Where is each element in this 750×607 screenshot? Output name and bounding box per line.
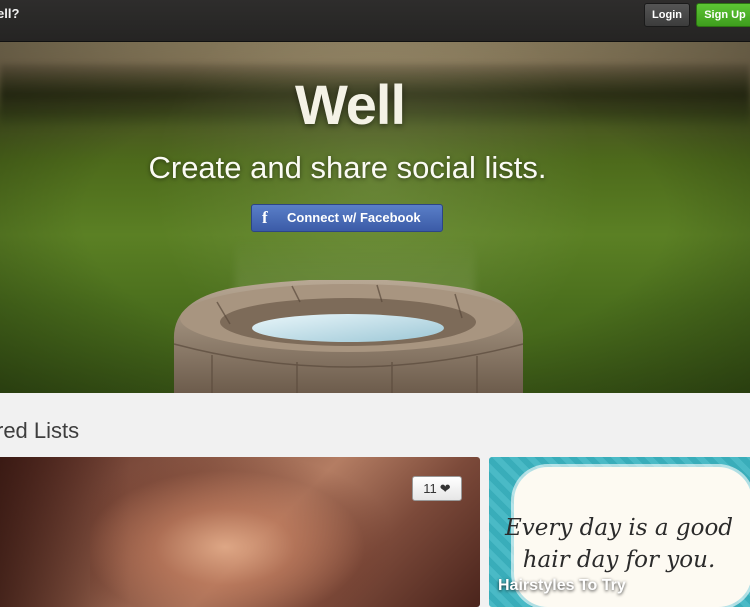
featured-list-card-hairstyles[interactable]: Every day is a good hair day for you. Ha… [489,457,750,607]
featured-list-card[interactable] [0,457,480,607]
facebook-f-icon: f [262,208,268,227]
stone-well-illustration [173,280,524,393]
facebook-button-label: Connect w/ Facebook [287,210,421,225]
top-bar: ell? Login Sign Up [0,0,750,42]
signup-button[interactable]: Sign Up [696,3,750,27]
site-brand[interactable]: ell? [0,6,19,21]
like-count: 11 [423,481,437,496]
login-button[interactable]: Login [644,3,690,27]
hero-banner: Well Create and share social lists. f Co… [0,42,750,393]
like-count-badge[interactable]: 11 ❤ [412,476,462,501]
card-quote-text: Every day is a good hair day for you. [504,515,734,573]
hero-logo: Well [294,73,406,136]
heart-icon: ❤ [439,481,451,496]
hero-tagline: Create and share social lists. [148,150,547,185]
card-caption: Hairstyles To Try [498,577,626,594]
card-image-photo [90,457,390,607]
connect-facebook-button[interactable]: f Connect w/ Facebook [251,204,443,232]
featured-lists-heading: red Lists [0,418,80,443]
